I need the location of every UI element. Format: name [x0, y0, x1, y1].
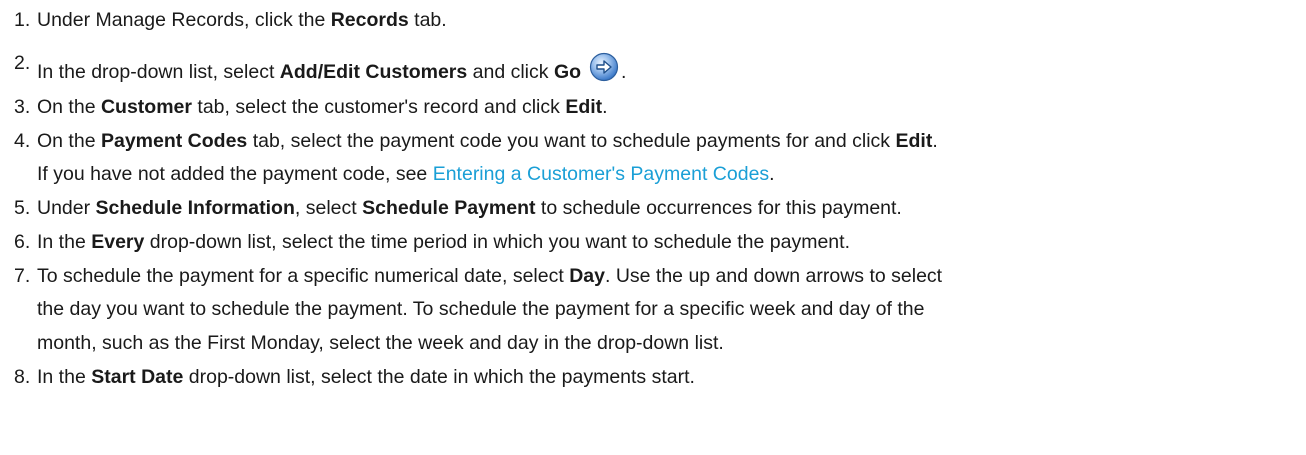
- step-6-number: 6.: [14, 231, 31, 253]
- step-7-text-line-2: the day you want to schedule the payment…: [37, 298, 925, 320]
- step-5-number: 5.: [14, 197, 31, 219]
- records-tab-label: Records: [330, 9, 409, 31]
- step-3-number: 3.: [14, 96, 31, 118]
- step-2-number: 2.: [14, 52, 31, 74]
- go-label: Go: [553, 61, 582, 83]
- step-7-text: To schedule the payment for a specific n…: [37, 265, 943, 287]
- edit-label: Edit: [895, 130, 933, 152]
- step-5-text: Under Schedule Information, select Sched…: [37, 197, 902, 219]
- schedule-information-label: Schedule Information: [95, 197, 295, 219]
- payment-codes-tab-label: Payment Codes: [100, 130, 248, 152]
- step-3-text: On the Customer tab, select the customer…: [37, 96, 608, 118]
- step-4-number: 4.: [14, 130, 31, 152]
- step-8-text: In the Start Date drop-down list, select…: [37, 366, 695, 388]
- schedule-payment-label: Schedule Payment: [362, 197, 536, 219]
- customer-tab-label: Customer: [100, 96, 192, 118]
- start-date-label: Start Date: [91, 366, 184, 388]
- edit-label: Edit: [565, 96, 603, 118]
- payment-codes-link[interactable]: Entering a Customer's Payment Codes: [433, 163, 769, 185]
- step-7-text-line-3: month, such as the First Monday, select …: [37, 332, 724, 354]
- step-1-text: Under Manage Records, click the Records …: [37, 9, 447, 31]
- go-arrow-icon: [589, 52, 619, 82]
- step-8-number: 8.: [14, 366, 31, 388]
- step-7-number: 7.: [14, 265, 31, 287]
- add-edit-customers-label: Add/Edit Customers: [279, 61, 468, 83]
- step-6-text: In the Every drop-down list, select the …: [37, 231, 850, 253]
- step-1-number: 1.: [14, 9, 31, 31]
- step-2-text: In the drop-down list, select Add/Edit C…: [37, 52, 626, 83]
- every-dropdown-label: Every: [91, 231, 145, 253]
- step-4-text: On the Payment Codes tab, select the pay…: [37, 130, 938, 152]
- day-option-label: Day: [569, 265, 605, 287]
- step-4-text-line-2: If you have not added the payment code, …: [37, 163, 775, 185]
